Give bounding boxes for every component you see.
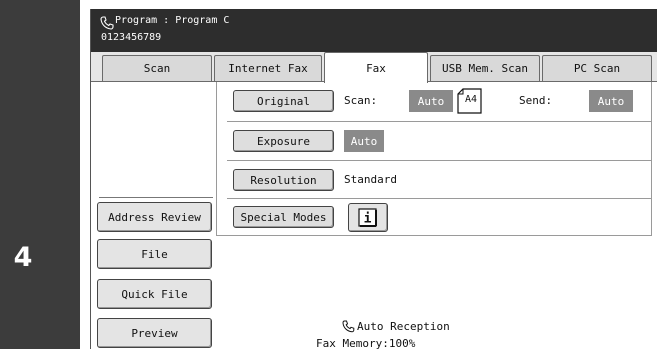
row-divider bbox=[227, 198, 652, 199]
fax-memory-status: Fax Memory:100% bbox=[316, 337, 416, 349]
auto-reception-status: Auto Reception bbox=[357, 320, 450, 333]
info-button[interactable]: i bbox=[348, 203, 388, 232]
info-icon: i bbox=[358, 207, 377, 227]
exposure-button[interactable]: Exposure bbox=[233, 130, 334, 152]
special-modes-button[interactable]: Special Modes bbox=[233, 206, 334, 228]
fax-panel: Program : Program C 0123456789 Scan Inte… bbox=[90, 9, 657, 349]
resolution-value: Standard bbox=[344, 173, 397, 186]
title-bar: Program : Program C 0123456789 bbox=[91, 9, 657, 52]
row-divider bbox=[227, 160, 652, 161]
address-review-button[interactable]: Address Review bbox=[97, 202, 212, 232]
scan-label: Scan: bbox=[344, 94, 378, 107]
svg-text:i: i bbox=[364, 211, 372, 226]
phone-icon bbox=[100, 16, 114, 30]
fax-reception-icon bbox=[342, 320, 355, 333]
tab-usb-mem-scan[interactable]: USB Mem. Scan bbox=[430, 55, 540, 81]
tab-internet-fax[interactable]: Internet Fax bbox=[214, 55, 322, 81]
tab-pc-scan[interactable]: PC Scan bbox=[542, 55, 652, 81]
program-number: 0123456789 bbox=[101, 32, 162, 43]
preview-button[interactable]: Preview bbox=[97, 318, 212, 348]
quick-file-button[interactable]: Quick File bbox=[97, 279, 212, 309]
row-divider bbox=[227, 121, 652, 122]
tab-fax[interactable]: Fax bbox=[324, 52, 428, 83]
mode-tabs: Scan Internet Fax Fax USB Mem. Scan PC S… bbox=[91, 52, 657, 83]
paper-size-label: A4 bbox=[465, 94, 478, 105]
tab-scan[interactable]: Scan bbox=[102, 55, 212, 81]
send-auto-badge: Auto bbox=[589, 90, 633, 112]
scan-auto-badge: Auto bbox=[409, 90, 453, 112]
step-sidebar bbox=[0, 0, 80, 349]
settings-box: Original Scan: Auto A4 Send: Auto Exposu… bbox=[216, 82, 652, 236]
file-button[interactable]: File bbox=[97, 239, 212, 269]
step-number: 4 bbox=[13, 242, 33, 273]
left-column: Address Review File Quick File Preview bbox=[91, 82, 213, 349]
program-title: Program : Program C bbox=[115, 15, 230, 26]
original-button[interactable]: Original bbox=[233, 90, 334, 112]
main-area: Address Review File Quick File Preview O… bbox=[91, 82, 657, 349]
resolution-button[interactable]: Resolution bbox=[233, 169, 334, 191]
exposure-auto-badge: Auto bbox=[344, 130, 384, 152]
left-divider bbox=[99, 197, 213, 198]
send-label: Send: bbox=[519, 94, 553, 107]
